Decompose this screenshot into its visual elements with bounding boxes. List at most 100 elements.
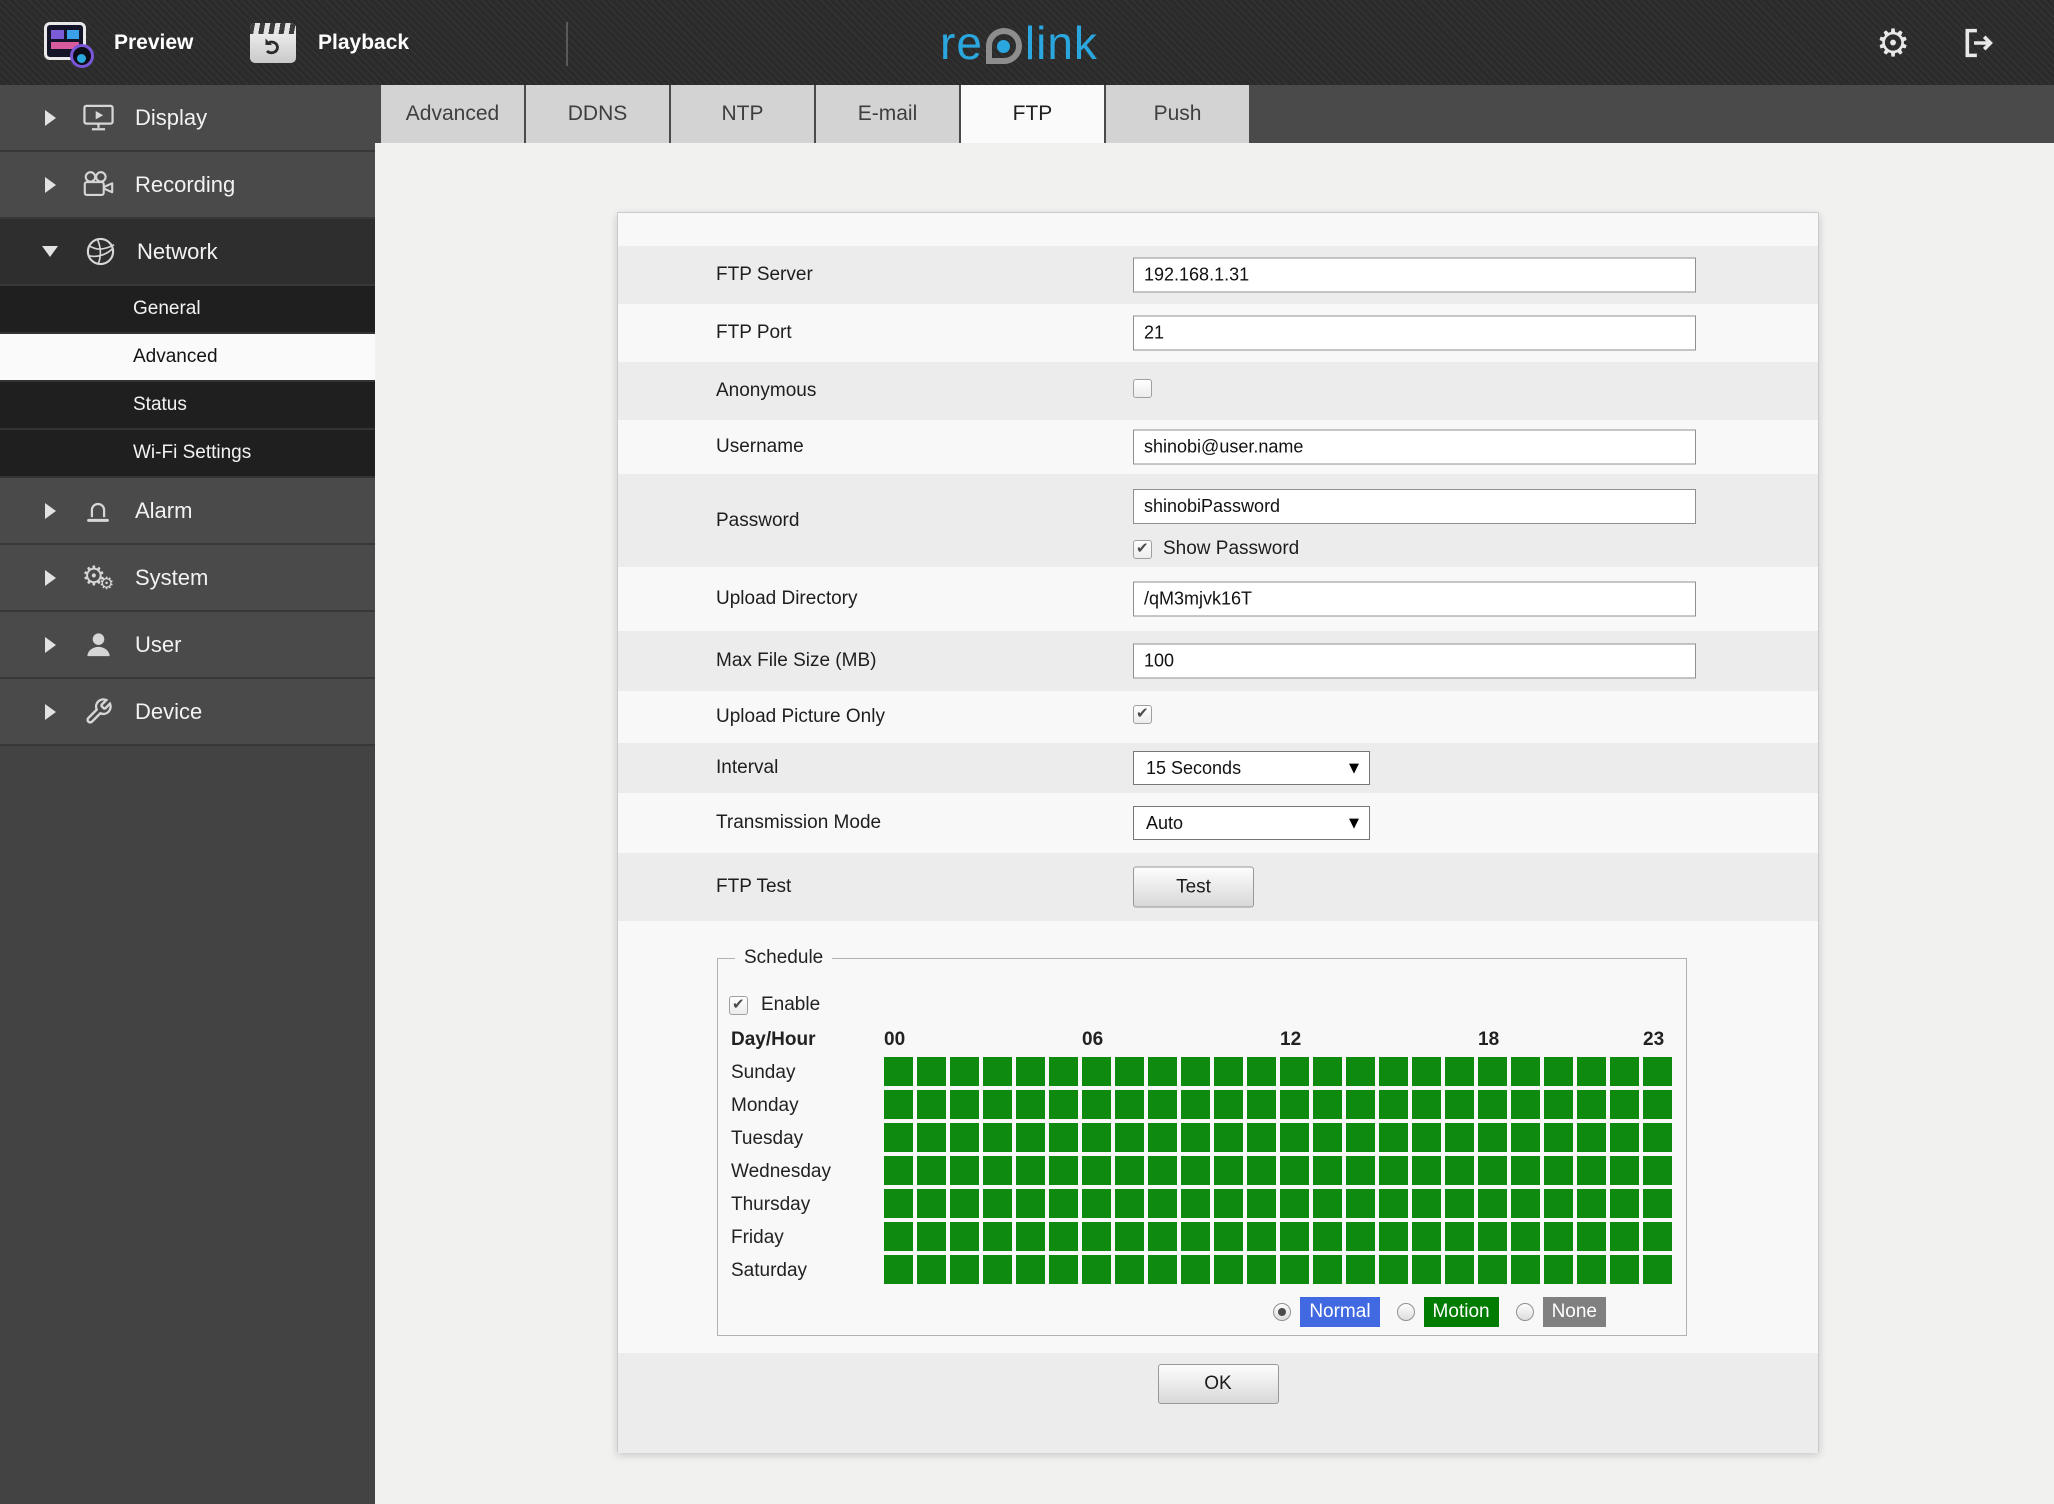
test-button[interactable]: Test	[1133, 866, 1254, 908]
schedule-cell[interactable]	[983, 1156, 1012, 1185]
schedule-cell[interactable]	[1478, 1057, 1507, 1086]
tab-ftp[interactable]: FTP	[961, 85, 1104, 143]
interval-dropdown[interactable]: 15 Seconds ▼	[1133, 751, 1370, 785]
schedule-cell[interactable]	[1148, 1255, 1177, 1284]
schedule-cell[interactable]	[1049, 1090, 1078, 1119]
schedule-cell[interactable]	[1412, 1123, 1441, 1152]
schedule-cell[interactable]	[1082, 1156, 1111, 1185]
schedule-cell[interactable]	[1313, 1123, 1342, 1152]
schedule-cell[interactable]	[917, 1057, 946, 1086]
schedule-cell[interactable]	[1346, 1255, 1375, 1284]
schedule-cell[interactable]	[1214, 1255, 1243, 1284]
schedule-cell[interactable]	[1577, 1222, 1606, 1251]
schedule-cell[interactable]	[917, 1156, 946, 1185]
tab-push[interactable]: Push	[1106, 85, 1249, 143]
schedule-cell[interactable]	[1148, 1189, 1177, 1218]
schedule-cell[interactable]	[1379, 1189, 1408, 1218]
schedule-cell[interactable]	[917, 1189, 946, 1218]
schedule-cell[interactable]	[1214, 1156, 1243, 1185]
tab-e-mail[interactable]: E-mail	[816, 85, 959, 143]
schedule-cell[interactable]	[1280, 1189, 1309, 1218]
schedule-cell[interactable]	[1379, 1090, 1408, 1119]
schedule-cell[interactable]	[1115, 1090, 1144, 1119]
sidebar-subitem-wi-fi-settings[interactable]: Wi-Fi Settings	[0, 430, 375, 478]
schedule-cell[interactable]	[950, 1123, 979, 1152]
password-input[interactable]	[1133, 489, 1696, 524]
schedule-cell[interactable]	[884, 1090, 913, 1119]
upload_directory-input[interactable]	[1133, 581, 1696, 617]
schedule-cell[interactable]	[1181, 1255, 1210, 1284]
sidebar-item-display[interactable]: Display	[0, 85, 375, 152]
schedule-cell[interactable]	[1214, 1090, 1243, 1119]
ftp_port-input[interactable]	[1133, 315, 1696, 351]
schedule-cell[interactable]	[1016, 1255, 1045, 1284]
mode-badge-none[interactable]: None	[1542, 1297, 1606, 1327]
schedule-cell[interactable]	[1379, 1255, 1408, 1284]
schedule-cell[interactable]	[917, 1255, 946, 1284]
schedule-cell[interactable]	[1016, 1156, 1045, 1185]
schedule-cell[interactable]	[1544, 1222, 1573, 1251]
schedule-cell[interactable]	[1379, 1123, 1408, 1152]
schedule-cell[interactable]	[1511, 1090, 1540, 1119]
schedule-cell[interactable]	[1544, 1090, 1573, 1119]
schedule-cell[interactable]	[1544, 1189, 1573, 1218]
schedule-cell[interactable]	[917, 1090, 946, 1119]
schedule-cell[interactable]	[950, 1222, 979, 1251]
schedule-cell[interactable]	[1016, 1123, 1045, 1152]
schedule-cell[interactable]	[1247, 1255, 1276, 1284]
schedule-cell[interactable]	[1181, 1222, 1210, 1251]
schedule-cell[interactable]	[1214, 1123, 1243, 1152]
schedule-cell[interactable]	[1247, 1090, 1276, 1119]
schedule-cell[interactable]	[1544, 1255, 1573, 1284]
schedule-cell[interactable]	[1478, 1189, 1507, 1218]
schedule-cell[interactable]	[884, 1255, 913, 1284]
schedule-cell[interactable]	[1610, 1123, 1639, 1152]
max_file_size-input[interactable]	[1133, 643, 1696, 679]
mode-radio-none[interactable]	[1515, 1303, 1534, 1321]
schedule-cell[interactable]	[1412, 1222, 1441, 1251]
chevron-right-icon[interactable]	[45, 109, 56, 126]
schedule-cell[interactable]	[1445, 1156, 1474, 1185]
chevron-right-icon[interactable]	[45, 502, 56, 519]
nav-playback[interactable]: Playback	[250, 0, 409, 85]
schedule-cell[interactable]	[1115, 1222, 1144, 1251]
schedule-cell[interactable]	[1082, 1255, 1111, 1284]
schedule-cell[interactable]	[1511, 1123, 1540, 1152]
schedule-cell[interactable]	[917, 1222, 946, 1251]
schedule-cell[interactable]	[1115, 1255, 1144, 1284]
schedule-cell[interactable]	[1346, 1156, 1375, 1185]
schedule-cell[interactable]	[950, 1189, 979, 1218]
schedule-cell[interactable]	[1280, 1222, 1309, 1251]
schedule-cell[interactable]	[1346, 1123, 1375, 1152]
schedule-cell[interactable]	[1247, 1189, 1276, 1218]
schedule-cell[interactable]	[884, 1156, 913, 1185]
schedule-cell[interactable]	[1280, 1090, 1309, 1119]
schedule-cell[interactable]	[1214, 1222, 1243, 1251]
mode-badge-normal[interactable]: Normal	[1300, 1297, 1380, 1327]
schedule-cell[interactable]	[1544, 1123, 1573, 1152]
schedule-cell[interactable]	[1313, 1057, 1342, 1086]
schedule-cell[interactable]	[983, 1057, 1012, 1086]
mode-radio-motion[interactable]	[1396, 1303, 1415, 1321]
schedule-cell[interactable]	[1478, 1222, 1507, 1251]
chevron-down-icon[interactable]	[42, 246, 58, 257]
schedule-cell[interactable]	[884, 1189, 913, 1218]
sidebar-item-alarm[interactable]: Alarm	[0, 478, 375, 545]
sidebar-item-system[interactable]: ⚙ ⚙ System	[0, 545, 375, 612]
schedule-cell[interactable]	[1280, 1123, 1309, 1152]
schedule-cell[interactable]	[917, 1123, 946, 1152]
schedule-cell[interactable]	[1115, 1156, 1144, 1185]
schedule-cell[interactable]	[1643, 1189, 1672, 1218]
schedule-cell[interactable]	[1577, 1057, 1606, 1086]
schedule-cell[interactable]	[884, 1057, 913, 1086]
schedule-cell[interactable]	[1379, 1156, 1408, 1185]
schedule-cell[interactable]	[1379, 1057, 1408, 1086]
schedule-cell[interactable]	[1610, 1090, 1639, 1119]
schedule-cell[interactable]	[884, 1123, 913, 1152]
schedule-cell[interactable]	[1544, 1156, 1573, 1185]
sidebar-item-device[interactable]: Device	[0, 679, 375, 746]
schedule-cell[interactable]	[1148, 1123, 1177, 1152]
schedule-cell[interactable]	[1511, 1057, 1540, 1086]
anonymous-checkbox[interactable]	[1133, 379, 1152, 398]
schedule-cell[interactable]	[1082, 1222, 1111, 1251]
